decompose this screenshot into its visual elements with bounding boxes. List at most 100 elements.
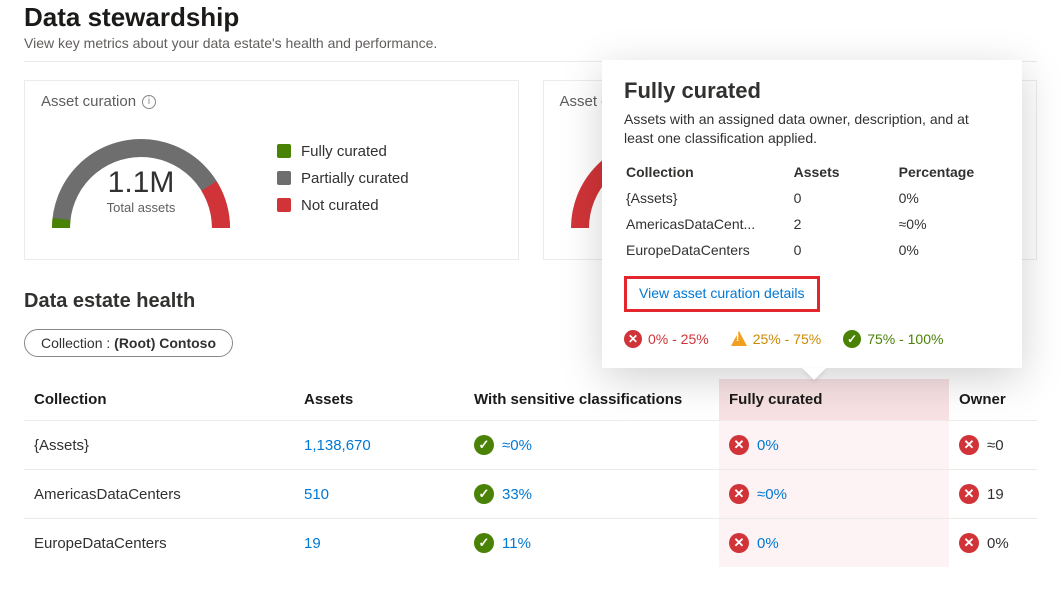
tt-col-percentage: Percentage [899, 160, 998, 184]
tooltip-legend-bad: ✕ 0% - 25% [624, 330, 709, 348]
cell-curated[interactable]: ✕ 0% [719, 421, 949, 470]
status-cell: ✓ ≈0% [474, 435, 709, 455]
legend-label: Not curated [301, 197, 379, 214]
legend-fully-curated: Fully curated [277, 143, 409, 160]
status-value[interactable]: 11% [502, 535, 531, 552]
card-title-curation: Asset curation [41, 93, 136, 110]
cell-curated[interactable]: ✕ 0% [719, 519, 949, 568]
swatch-icon [277, 171, 291, 185]
cell-owner[interactable]: ✕ 19 [949, 470, 1037, 519]
status-value[interactable]: ≈0% [757, 486, 787, 503]
tt-cell-assets: 0 [794, 186, 897, 210]
info-icon[interactable]: i [142, 95, 156, 109]
tooltip-row: {Assets}00% [626, 186, 998, 210]
legend-label: Fully curated [301, 143, 387, 160]
tt-cell-percentage: ≈0% [899, 212, 998, 236]
tooltip-title: Fully curated [624, 78, 1000, 104]
status-cell: ✕ 0% [959, 533, 1027, 553]
tooltip-description: Assets with an assigned data owner, desc… [624, 110, 1000, 148]
status-cell: ✕ ≈0 [959, 435, 1027, 455]
tt-cell-percentage: 0% [899, 186, 998, 210]
tt-cell-assets: 0 [794, 238, 897, 262]
x-icon: ✕ [729, 484, 749, 504]
status-value[interactable]: ≈0% [502, 437, 532, 454]
legend-partially-curated: Partially curated [277, 170, 409, 187]
x-icon: ✕ [729, 435, 749, 455]
tt-cell-collection: {Assets} [626, 186, 792, 210]
check-icon: ✓ [474, 533, 494, 553]
tt-col-collection: Collection [626, 160, 792, 184]
legend-text: 0% - 25% [648, 331, 709, 347]
cell-assets[interactable]: 1,138,670 [294, 421, 464, 470]
check-icon: ✓ [474, 435, 494, 455]
cell-curated[interactable]: ✕ ≈0% [719, 470, 949, 519]
cell-collection: AmericasDataCenters [24, 470, 294, 519]
x-icon: ✕ [959, 435, 979, 455]
x-icon: ✕ [624, 330, 642, 348]
status-value[interactable]: 33% [502, 486, 532, 503]
col-owner[interactable]: Owner [949, 379, 1037, 421]
legend-text: 75% - 100% [867, 331, 943, 347]
x-icon: ✕ [729, 533, 749, 553]
cell-sensitive[interactable]: ✓ ≈0% [464, 421, 719, 470]
tt-cell-collection: EuropeDataCenters [626, 238, 792, 262]
legend-not-curated: Not curated [277, 197, 409, 214]
status-cell: ✕ 19 [959, 484, 1027, 504]
view-curation-details-link[interactable]: View asset curation details [639, 285, 805, 301]
tt-cell-percentage: 0% [899, 238, 998, 262]
curation-legend: Fully curated Partially curated Not cura… [277, 143, 409, 214]
x-icon: ✕ [959, 533, 979, 553]
col-assets[interactable]: Assets [294, 379, 464, 421]
tooltip-row: EuropeDataCenters00% [626, 238, 998, 262]
health-table: Collection Assets With sensitive classif… [24, 379, 1037, 567]
asset-curation-card: Asset curation i 1.1M Total assets [24, 80, 519, 260]
status-cell: ✕ 0% [729, 435, 939, 455]
cell-collection: {Assets} [24, 421, 294, 470]
cell-sensitive[interactable]: ✓ 33% [464, 470, 719, 519]
status-value: ≈0 [987, 437, 1004, 454]
tt-cell-assets: 2 [794, 212, 897, 236]
table-row: {Assets}1,138,670 ✓ ≈0% ✕ 0% ✕ ≈0 [24, 421, 1037, 470]
tt-cell-collection: AmericasDataCent... [626, 212, 792, 236]
status-value: 0% [987, 535, 1009, 552]
page-subtitle: View key metrics about your data estate'… [24, 35, 1037, 51]
col-curated[interactable]: Fully curated [719, 379, 949, 421]
fully-curated-tooltip: Fully curated Assets with an assigned da… [602, 60, 1022, 368]
legend-text: 25% - 75% [753, 331, 821, 347]
collection-filter-pill[interactable]: Collection : (Root) Contoso [24, 329, 233, 357]
page-title: Data stewardship [24, 2, 1037, 33]
check-icon: ✓ [843, 330, 861, 348]
tooltip-table: Collection Assets Percentage {Assets}00%… [624, 158, 1000, 264]
status-cell: ✕ 0% [729, 533, 939, 553]
table-row: AmericasDataCenters510 ✓ 33% ✕ ≈0% ✕ 19 [24, 470, 1037, 519]
filter-label: Collection : [41, 335, 114, 351]
swatch-icon [277, 198, 291, 212]
gauge-total-label: Total assets [41, 200, 241, 215]
highlight-box: View asset curation details [624, 276, 820, 312]
status-cell: ✓ 11% [474, 533, 709, 553]
cell-owner[interactable]: ✕ 0% [949, 519, 1037, 568]
warning-icon [731, 331, 747, 346]
tooltip-legend-warn: 25% - 75% [731, 330, 821, 348]
filter-value: (Root) Contoso [114, 335, 216, 351]
cell-owner[interactable]: ✕ ≈0 [949, 421, 1037, 470]
table-row: EuropeDataCenters19 ✓ 11% ✕ 0% ✕ 0% [24, 519, 1037, 568]
col-sensitive[interactable]: With sensitive classifications [464, 379, 719, 421]
cell-collection: EuropeDataCenters [24, 519, 294, 568]
curation-gauge: 1.1M Total assets [41, 118, 241, 238]
table-header-row: Collection Assets With sensitive classif… [24, 379, 1037, 421]
cell-assets[interactable]: 510 [294, 470, 464, 519]
status-value[interactable]: 0% [757, 437, 779, 454]
swatch-icon [277, 144, 291, 158]
tooltip-legend: ✕ 0% - 25% 25% - 75% ✓ 75% - 100% [624, 330, 1000, 348]
cell-assets[interactable]: 19 [294, 519, 464, 568]
status-value[interactable]: 0% [757, 535, 779, 552]
check-icon: ✓ [474, 484, 494, 504]
x-icon: ✕ [959, 484, 979, 504]
cell-sensitive[interactable]: ✓ 11% [464, 519, 719, 568]
col-collection[interactable]: Collection [24, 379, 294, 421]
tt-col-assets: Assets [794, 160, 897, 184]
status-value: 19 [987, 486, 1004, 503]
tooltip-row: AmericasDataCent...2≈0% [626, 212, 998, 236]
status-cell: ✕ ≈0% [729, 484, 939, 504]
